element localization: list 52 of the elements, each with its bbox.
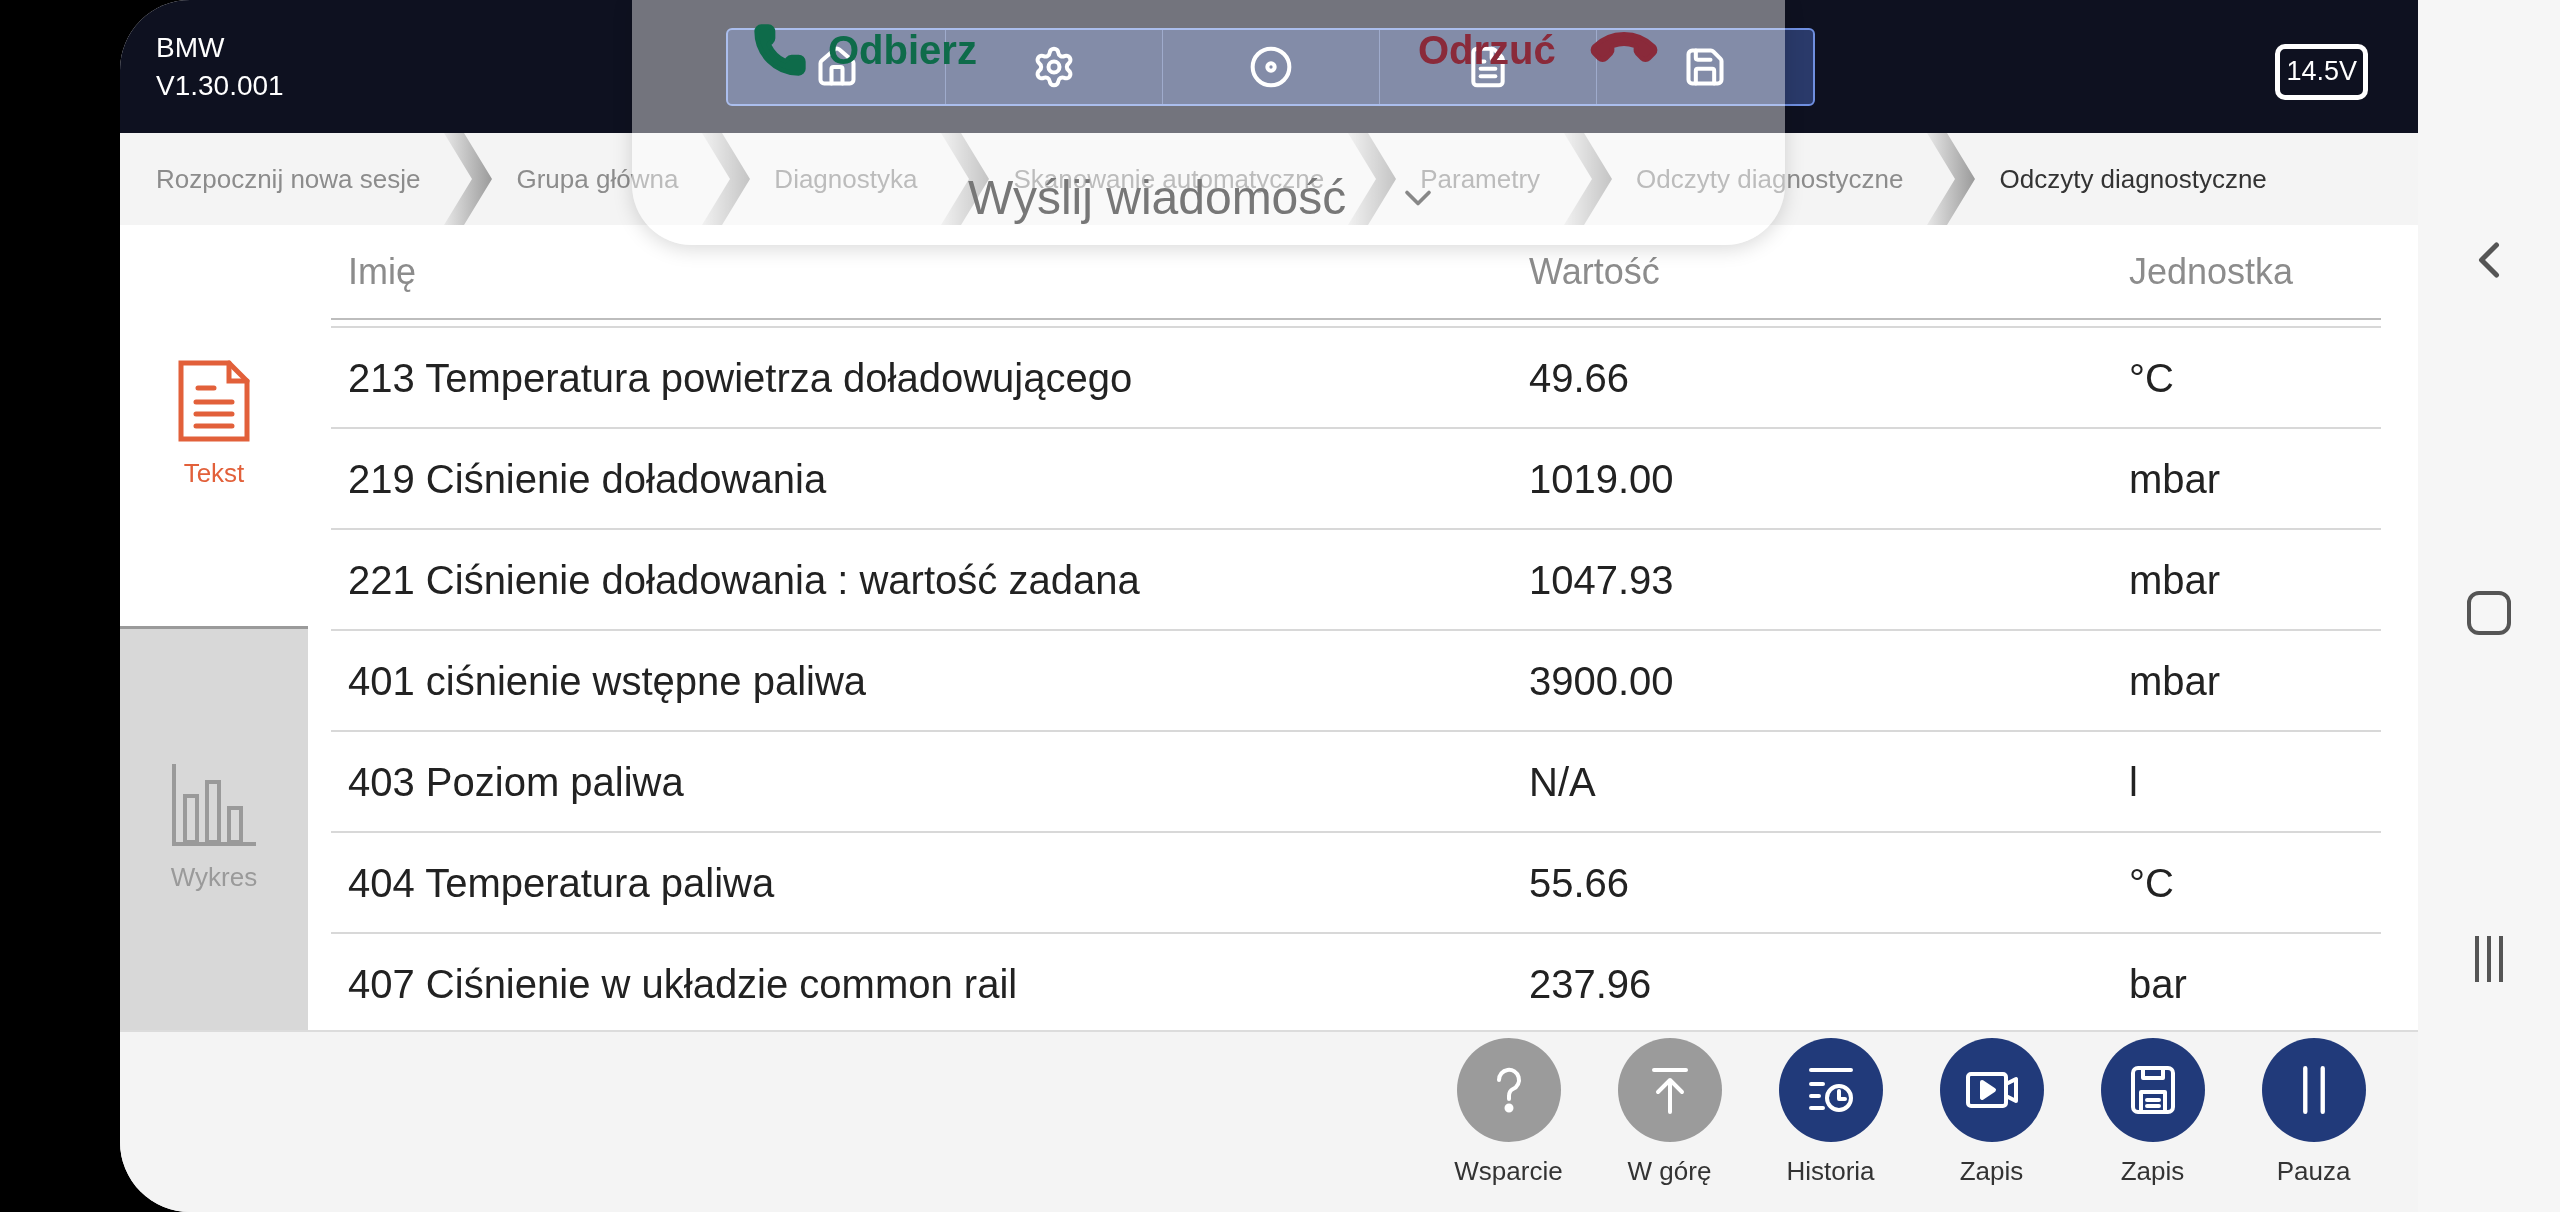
table-cell-text: °C [2129,354,2174,402]
table-cell-text: 1019.00 [1529,455,1675,503]
breadcrumb-chevron-icon [1925,133,1978,225]
table-cell-text: 213 Temperatura powietrza doładowującego [347,354,1134,402]
breadcrumb-chevron-icon [1562,133,1615,225]
action-button[interactable]: Pauza [2233,1038,2394,1191]
action-button[interactable]: Zapis [1911,1038,2072,1191]
table-cell-text: 403 Poziom paliwa [347,758,685,806]
table-cell-text: 221 Ciśnienie doładowania : wartość zadana [347,556,1141,604]
table-cell-text: mbar [2129,657,2221,705]
table-cell-text: 219 Ciśnienie doładowania [347,455,828,503]
table-cell-text: mbar [2129,556,2221,604]
breadcrumb-item[interactable]: Odczyty diagnostyczne [1614,159,1926,199]
disc-icon [1249,44,1293,89]
table-cell-text: 401 ciśnienie wstępne paliwa [347,657,868,705]
table-cell-text: mbar [2129,455,2221,503]
breadcrumb-chevron-icon [700,133,753,225]
phone-icon [752,22,808,78]
bar-chart-icon [171,762,257,848]
breadcrumb-item[interactable]: Rozpocznij nowa sesje [156,159,443,199]
battery-indicator: 14.5V [2275,43,2368,100]
recent-apps-button[interactable] [2475,936,2503,982]
table-cell-text: 404 Temperatura paliwa [347,859,776,907]
table-cell-text: 49.66 [1529,354,1631,402]
accept-call-button[interactable]: Odbierz [828,20,977,80]
table-cell-text: N/A [1529,758,1597,806]
version-label: V1.30.001 [156,68,285,103]
breadcrumb-chevron-icon [442,133,495,225]
column-header: Imię [347,249,417,294]
table-cell-text: 237.96 [1529,960,1653,1008]
document-icon [176,358,252,444]
breadcrumb-chevron-icon [1346,133,1399,225]
breadcrumb-item[interactable]: Parametry [1398,159,1563,199]
breadcrumb-item[interactable]: Diagnostyka [752,159,940,199]
column-header: Wartość [1529,249,1661,294]
breadcrumb-item[interactable]: Odczyty diagnostyczne [1977,159,2289,199]
breadcrumb-item[interactable]: Grupa główna [494,159,701,199]
table-cell-text: 407 Ciśnienie w układzie common rail [347,960,1019,1008]
column-header: Jednostka [2129,249,2294,294]
decline-call-button[interactable]: Odrzuć [1418,20,1556,80]
view-tab[interactable]: Wykres [120,626,308,1030]
table-cell-text: 1047.93 [1529,556,1675,604]
pause-icon [2301,1066,2326,1114]
table-cell-text: 55.66 [1529,859,1631,907]
table-cell-text: l [2129,758,2138,806]
brand-name: BMW [156,30,226,65]
table-cell-text: bar [2129,960,2187,1008]
table-cell-text: 3900.00 [1529,657,1675,705]
action-button[interactable]: Zapis [2072,1038,2233,1191]
action-button[interactable]: Historia [1750,1038,1911,1191]
table-cell-text: °C [2129,859,2174,907]
home-button[interactable] [2467,591,2511,635]
